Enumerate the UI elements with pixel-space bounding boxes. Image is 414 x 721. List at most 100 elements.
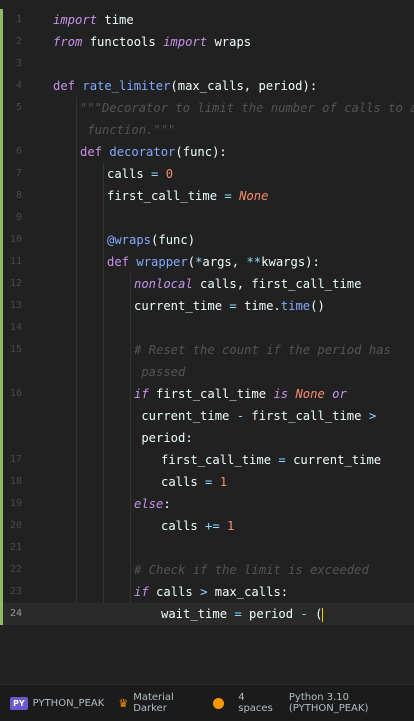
code-line[interactable]: 17 first_call_time = current_time: [0, 449, 414, 471]
code-text: """Decorator to limit the number of call…: [80, 97, 414, 119]
code-token: calls: [161, 519, 206, 533]
code-line[interactable]: 4 def rate_limiter(max_calls, period):: [0, 75, 414, 97]
line-number: 18: [9, 476, 22, 487]
line-number: 17: [9, 454, 22, 465]
code-token: # Check if the limit is exceeded: [134, 563, 369, 577]
code-token: @wraps: [107, 233, 152, 247]
code-token: time.: [236, 299, 281, 313]
line-number: 4: [15, 80, 22, 91]
code-text: def decorator(func):: [80, 141, 227, 163]
change-marker: [0, 405, 3, 427]
code-token: is: [273, 387, 289, 401]
code-text: first_call_time = current_time: [161, 449, 381, 471]
line-number: 1: [15, 14, 22, 25]
code-line[interactable]: 7 calls = 0: [0, 163, 414, 185]
code-token: (: [187, 255, 196, 269]
code-token: kwargs):: [261, 255, 320, 269]
project-widget[interactable]: PY PYTHON_PEAK: [10, 696, 104, 710]
code-token: first_call_time: [244, 409, 369, 423]
code-line[interactable]: 23 if calls > max_calls:: [0, 581, 414, 603]
theme-widget[interactable]: ♛ Material Darker: [118, 692, 199, 714]
code-token: (func): [151, 233, 196, 247]
code-line[interactable]: 1 import time: [0, 9, 414, 31]
code-token: function.""": [80, 123, 176, 137]
code-token: or: [324, 387, 347, 401]
code-line[interactable]: current_time - first_call_time >: [0, 405, 414, 427]
code-token: nonlocal: [134, 277, 193, 291]
code-line[interactable]: 18 calls = 1: [0, 471, 414, 493]
code-token: def: [80, 145, 110, 159]
code-line[interactable]: 15 # Reset the count if the period has: [0, 339, 414, 361]
code-text: if calls > max_calls:: [134, 581, 288, 603]
indent-widget[interactable]: 4 spaces: [238, 692, 277, 714]
code-line[interactable]: 13 current_time = time.time(): [0, 295, 414, 317]
code-line[interactable]: 22 # Check if the limit is exceeded: [0, 559, 414, 581]
code-token: current_time: [134, 299, 230, 313]
code-line[interactable]: 11 def wrapper(*args, **kwargs):: [0, 251, 414, 273]
code-token: =: [229, 299, 237, 313]
code-token: calls: [107, 167, 152, 181]
line-number: 23: [9, 586, 22, 597]
code-line[interactable]: 21: [0, 537, 414, 559]
code-editor[interactable]: 1 import time 2 from functools import wraps…: [0, 0, 414, 684]
theme-icon: ♛: [118, 696, 129, 710]
code-token: =: [278, 453, 286, 467]
line-number: 11: [9, 256, 22, 267]
code-token: period:: [134, 431, 193, 445]
code-line[interactable]: period:: [0, 427, 414, 449]
code-line[interactable]: function.""": [0, 119, 414, 141]
code-text: @wraps(func): [107, 229, 195, 251]
code-line[interactable]: 20 calls += 1: [0, 515, 414, 537]
code-line[interactable]: 8 first_call_time = None: [0, 185, 414, 207]
code-line[interactable]: 24 wait_time = period - (: [0, 603, 414, 625]
code-line[interactable]: 12 nonlocal calls, first_call_time: [0, 273, 414, 295]
code-text: calls = 0: [107, 163, 173, 185]
line-number: 21: [9, 542, 22, 553]
indent-setting: 4 spaces: [238, 692, 273, 714]
code-text: def rate_limiter(max_calls, period):: [53, 75, 317, 97]
code-token: -: [236, 409, 245, 423]
code-token: if: [134, 585, 149, 599]
code-token: +=: [205, 519, 220, 533]
code-text: def wrapper(*args, **kwargs):: [107, 251, 320, 273]
code-token: time: [97, 13, 134, 27]
code-text: else:: [134, 493, 171, 515]
code-token: >: [368, 409, 377, 423]
code-token: period: [241, 607, 301, 621]
interpreter-widget[interactable]: Python 3.10 (PYTHON_PEAK): [289, 692, 414, 714]
code-token: max_calls:: [207, 585, 289, 599]
code-token: first_call_time: [161, 453, 279, 467]
code-token: (func):: [175, 145, 227, 159]
code-token: None: [288, 387, 325, 401]
code-line[interactable]: 16 if first_call_time is None or: [0, 383, 414, 405]
code-line[interactable]: 9: [0, 207, 414, 229]
code-token: if: [134, 387, 149, 401]
code-token: def: [53, 79, 83, 93]
code-token: =: [234, 607, 242, 621]
code-token: passed: [134, 365, 186, 379]
code-line[interactable]: passed: [0, 361, 414, 383]
code-token: =: [224, 189, 232, 203]
code-line[interactable]: 5 """Decorator to limit the number of cal…: [0, 97, 414, 119]
line-number: 9: [15, 212, 22, 223]
line-number: 8: [15, 190, 22, 201]
code-token: calls: [161, 475, 206, 489]
code-token: time: [280, 299, 311, 313]
code-line[interactable]: 19 else:: [0, 493, 414, 515]
code-text: nonlocal calls, first_call_time: [134, 273, 361, 295]
line-number: 20: [9, 520, 22, 531]
code-line[interactable]: 6 def decorator(func):: [0, 141, 414, 163]
notification-widget[interactable]: [213, 697, 225, 709]
code-token: :: [163, 497, 171, 511]
change-marker: [0, 361, 3, 383]
code-line[interactable]: 3: [0, 53, 414, 75]
code-line[interactable]: 14: [0, 317, 414, 339]
code-line[interactable]: 2 from functools import wraps: [0, 31, 414, 53]
code-token: 1: [219, 519, 235, 533]
code-text: calls += 1: [161, 515, 234, 537]
code-text: from functools import wraps: [53, 31, 251, 53]
code-text: period:: [134, 427, 193, 449]
code-text: current_time - first_call_time >: [134, 405, 376, 427]
line-number: 3: [15, 58, 22, 69]
code-line[interactable]: 10 @wraps(func): [0, 229, 414, 251]
